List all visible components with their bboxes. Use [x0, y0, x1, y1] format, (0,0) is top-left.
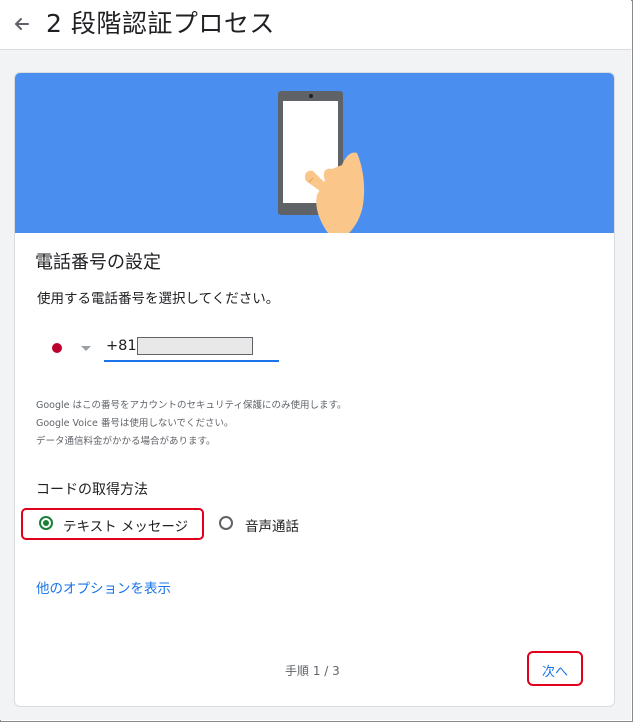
- setup-card: 電話番号の設定 使用する電話番号を選択してください。 +81 Google はこ…: [14, 72, 615, 707]
- phone-number-input[interactable]: [137, 337, 253, 355]
- dropdown-arrow-icon: [81, 346, 91, 351]
- notice-line: データ通信料金がかかる場合があります。: [36, 436, 216, 447]
- step-indicator: 手順 1 / 3: [285, 664, 340, 678]
- code-method-title: コードの取得方法: [36, 482, 148, 498]
- top-bar: 2 段階認証プロセス: [0, 0, 631, 50]
- phone-number-field: +81: [104, 335, 279, 362]
- radio-unselected-icon: [219, 516, 233, 530]
- radio-label: 音声通話: [245, 519, 299, 535]
- back-button[interactable]: [8, 10, 36, 38]
- notice-line: Google はこの番号をアカウントのセキュリティ保護にのみ使用します。: [36, 400, 347, 411]
- phone-setup-title: 電話番号の設定: [35, 252, 161, 273]
- more-options-link[interactable]: 他のオプションを表示: [36, 577, 171, 597]
- radio-label: テキスト メッセージ: [63, 519, 189, 535]
- radio-voice-call[interactable]: 音声通話: [217, 510, 313, 538]
- page-title: 2 段階認証プロセス: [46, 9, 275, 38]
- notice-line: Google Voice 番号は使用しないでください。: [36, 418, 234, 429]
- next-button-label: 次へ: [541, 665, 568, 680]
- arrow-back-icon: [15, 18, 29, 30]
- country-code: +81: [106, 338, 137, 354]
- next-button[interactable]: 次へ: [527, 651, 583, 686]
- phone-in-hand-icon: [278, 91, 365, 233]
- radio-text-message[interactable]: テキスト メッセージ: [21, 508, 206, 540]
- phone-setup-description: 使用する電話番号を選択してください。: [37, 291, 280, 307]
- japan-flag-icon: [52, 343, 62, 353]
- banner: [15, 73, 614, 233]
- radio-selected-icon: [39, 516, 53, 530]
